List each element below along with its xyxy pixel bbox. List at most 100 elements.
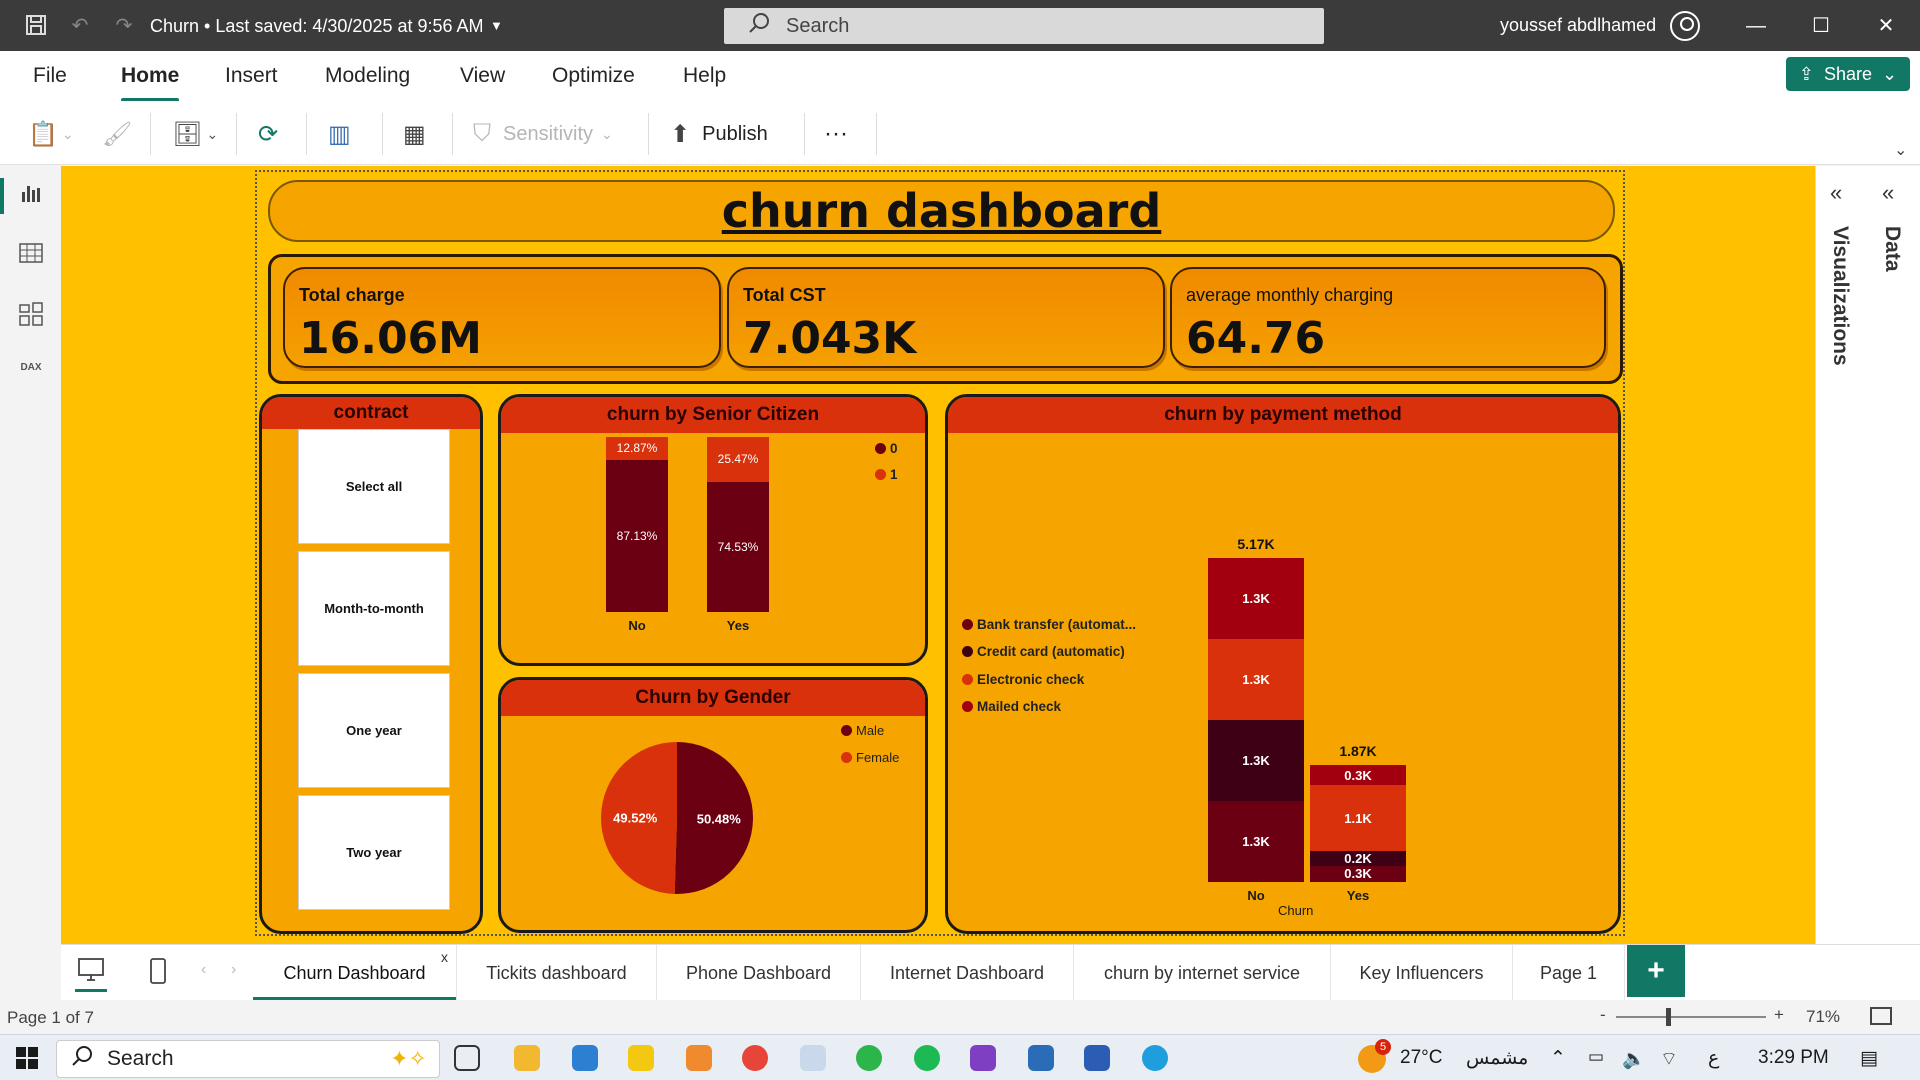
kpi-card-total-charge[interactable]: Total charge 16.06M <box>283 267 721 368</box>
menu-insert[interactable]: Insert <box>225 64 278 88</box>
menu-modeling[interactable]: Modeling <box>325 64 410 88</box>
tab-key-influencers[interactable]: Key Influencers <box>1331 945 1513 1001</box>
taskbar-search[interactable]: Search ✦✧ <box>56 1040 440 1078</box>
app-icon[interactable] <box>686 1045 712 1071</box>
search-box[interactable]: Search <box>724 8 1324 44</box>
word-icon[interactable] <box>1084 1045 1110 1071</box>
format-painter-button[interactable]: 🖌 <box>102 117 132 151</box>
tab-churn-dashboard[interactable]: Churn Dashboard <box>253 945 457 1001</box>
legend-item-0[interactable]: 0 <box>875 441 898 456</box>
share-button[interactable]: ⇪ Share ⌄ <box>1786 57 1910 91</box>
volume-icon[interactable]: 🔈 <box>1622 1047 1646 1071</box>
gender-chart[interactable]: Churn by Gender 50.48% 49.52% Male Female <box>498 677 928 933</box>
senior-citizen-chart[interactable]: churn by Senior Citizen 87.13% 12.87% No 74… <box>498 394 928 666</box>
legend-item-1[interactable]: 1 <box>875 467 898 482</box>
scroll-right-icon[interactable]: › <box>231 961 236 979</box>
bar-segment-no-3[interactable]: 1.3K <box>1208 558 1304 639</box>
legend-item-female[interactable]: Female <box>841 750 899 765</box>
mobile-layout-icon[interactable] <box>149 957 167 991</box>
bar-segment-yes-1[interactable]: 0.2K <box>1310 851 1406 866</box>
power-bi-icon[interactable] <box>628 1045 654 1071</box>
bar-segment-yes-2[interactable]: 1.1K <box>1310 784 1406 852</box>
slicer-option-two-year[interactable]: Two year <box>298 795 450 910</box>
task-view-icon[interactable] <box>454 1045 480 1071</box>
paste-button[interactable]: 📋 ⌄ <box>28 117 74 151</box>
edge-icon[interactable] <box>1142 1045 1168 1071</box>
show-hidden-icons[interactable]: ⌃ <box>1550 1047 1566 1070</box>
save-icon[interactable] <box>24 13 48 37</box>
vscode-icon[interactable] <box>572 1045 598 1071</box>
new-visual-button[interactable]: ▥ <box>328 117 351 151</box>
bar-segment-no-1[interactable]: 1.3K <box>1208 720 1304 801</box>
sensitivity-button[interactable]: ⛉ Sensitivity ⌄ <box>473 117 613 151</box>
bar-segment-yes-0[interactable]: 0.3K <box>1310 865 1406 882</box>
publish-button[interactable]: ⬆ Publish <box>670 117 768 151</box>
zoom-out-button[interactable]: - <box>1600 1005 1606 1025</box>
new-measure-button[interactable]: ▦ <box>403 117 426 151</box>
battery-icon[interactable]: ▭ <box>1588 1047 1604 1067</box>
maximize-button[interactable]: ☐ <box>1801 10 1841 42</box>
zoom-slider[interactable] <box>1616 1008 1766 1026</box>
menu-view[interactable]: View <box>460 64 505 88</box>
table-view-icon[interactable] <box>18 242 44 268</box>
whatsapp-icon[interactable] <box>856 1045 882 1071</box>
add-page-button[interactable]: + <box>1627 945 1685 997</box>
model-view-icon[interactable] <box>18 302 44 328</box>
app-icon[interactable] <box>800 1045 826 1071</box>
zoom-in-button[interactable]: + <box>1774 1005 1784 1025</box>
tab-internet-dashboard[interactable]: Internet Dashboard <box>861 945 1074 1001</box>
dax-query-icon[interactable]: DAX <box>18 362 44 388</box>
menu-optimize[interactable]: Optimize <box>552 64 635 88</box>
menu-file[interactable]: File <box>33 64 67 88</box>
desktop-layout-icon[interactable] <box>77 957 105 989</box>
start-button[interactable] <box>16 1047 38 1069</box>
undo-icon[interactable]: ↶ <box>68 13 92 37</box>
spotify-icon[interactable] <box>914 1045 940 1071</box>
clock[interactable]: 3:29 PM <box>1758 1047 1829 1069</box>
title-dropdown-icon[interactable]: ▼ <box>490 18 503 33</box>
legend-item-male[interactable]: Male <box>841 723 884 738</box>
avatar[interactable] <box>1670 11 1700 41</box>
close-button[interactable]: ✕ <box>1866 10 1906 42</box>
bar-segment-no-1[interactable]: 12.87% <box>606 437 668 460</box>
refresh-button[interactable]: ⟳ <box>258 117 278 151</box>
collapse-ribbon-icon[interactable]: ⌄ <box>1894 140 1907 160</box>
redo-icon[interactable]: ↷ <box>112 13 136 37</box>
chrome-icon[interactable] <box>742 1045 768 1071</box>
bar-segment-no-2[interactable]: 1.3K <box>1208 639 1304 720</box>
tab-phone-dashboard[interactable]: Phone Dashboard <box>657 945 861 1001</box>
bar-segment-no-0[interactable]: 87.13% <box>606 459 668 612</box>
minimize-button[interactable]: — <box>1736 10 1776 42</box>
wifi-icon[interactable]: ⌔ <box>1660 1047 1678 1071</box>
bar-segment-yes-0[interactable]: 74.53% <box>707 481 769 612</box>
payment-method-chart[interactable]: churn by payment method Bank transfer (a… <box>945 394 1621 934</box>
zoom-slider-thumb[interactable] <box>1666 1008 1671 1026</box>
expand-visualizations-icon[interactable]: « <box>1830 180 1842 206</box>
slicer-option-one-year[interactable]: One year <box>298 673 450 788</box>
language-indicator[interactable]: ع <box>1708 1047 1719 1070</box>
kpi-card-total-cst[interactable]: Total CST 7.043K <box>727 267 1165 368</box>
get-data-button[interactable]: 🗄 ⌄ <box>172 117 218 151</box>
file-explorer-icon[interactable] <box>514 1045 540 1071</box>
app-icon[interactable] <box>1028 1045 1054 1071</box>
bar-segment-yes-3[interactable]: 0.3K <box>1310 765 1406 785</box>
menu-home[interactable]: Home <box>121 64 180 102</box>
data-pane-tab[interactable]: Data <box>1880 226 1904 272</box>
notifications-icon[interactable]: ▤ <box>1860 1047 1878 1070</box>
bar-segment-no-0[interactable]: 1.3K <box>1208 801 1304 882</box>
slicer-option-select-all[interactable]: Select all <box>298 429 450 544</box>
kpi-card-average-monthly[interactable]: average monthly charging 64.76 <box>1170 267 1606 368</box>
visualizations-pane-tab[interactable]: Visualizations <box>1828 226 1852 366</box>
bar-segment-yes-1[interactable]: 25.47% <box>707 437 769 482</box>
slicer-option-month-to-month[interactable]: Month-to-month <box>298 551 450 666</box>
menu-help[interactable]: Help <box>683 64 726 88</box>
expand-data-icon[interactable]: « <box>1882 180 1894 206</box>
visual-studio-icon[interactable] <box>970 1045 996 1071</box>
scroll-left-icon[interactable]: ‹ <box>201 961 206 979</box>
report-view-icon[interactable] <box>18 182 44 208</box>
more-options-button[interactable]: ··· <box>824 117 848 151</box>
close-tab-icon[interactable]: x <box>441 949 448 965</box>
tab-tickits-dashboard[interactable]: Tickits dashboard <box>457 945 657 1001</box>
fit-to-page-icon[interactable] <box>1870 1007 1892 1025</box>
tab-page-1[interactable]: Page 1 <box>1513 945 1625 1001</box>
